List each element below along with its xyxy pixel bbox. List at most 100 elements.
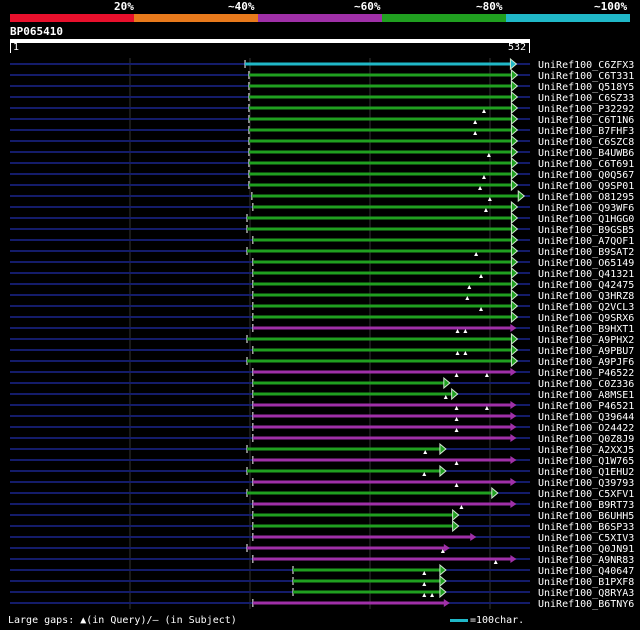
hit-end-arrow	[510, 134, 519, 148]
hit-name-label: UniRef100_Q40647	[538, 566, 634, 577]
hit-end-arrow	[510, 233, 519, 247]
hit-end-arrow	[510, 478, 517, 486]
hit-name-label: UniRef100_O81295	[538, 192, 634, 203]
query-gap-marker	[483, 208, 488, 212]
hit-name-label: UniRef100_B4UWB6	[538, 148, 634, 159]
query-gap-marker	[473, 120, 478, 124]
query-gap-marker	[430, 593, 435, 597]
hit-end-arrow	[491, 486, 499, 500]
hit-name-label: UniRef100_Q39793	[538, 478, 634, 489]
query-gap-marker	[422, 571, 427, 575]
hit-end-arrow	[510, 299, 519, 313]
hit-name-label: UniRef100_C5XFV1	[538, 489, 634, 500]
hit-end-arrow	[443, 544, 450, 552]
hit-end-arrow	[510, 222, 519, 236]
hit-end-arrow	[510, 310, 519, 324]
query-gap-marker	[422, 593, 427, 597]
hit-end-arrow	[510, 156, 519, 170]
hit-name-label: UniRef100_Q93WF6	[538, 203, 634, 214]
hit-name-label: UniRef100_O24422	[538, 423, 634, 434]
hit-name-label: UniRef100_C6ZFX3	[538, 60, 634, 71]
hit-end-arrow	[510, 277, 519, 291]
hit-name-label: UniRef100_A9NR83	[538, 555, 634, 566]
query-gap-marker	[422, 582, 427, 586]
hit-end-arrow	[510, 211, 519, 225]
hit-name-label: UniRef100_A9PHX2	[538, 335, 634, 346]
hit-end-arrow	[510, 90, 519, 104]
hit-end-arrow	[510, 434, 517, 442]
hit-name-label: UniRef100_Q518Y5	[538, 82, 634, 93]
hit-alignment-panel: UniRef100_C6ZFX3UniRef100_C6T331UniRef10…	[10, 57, 634, 610]
query-gap-marker	[423, 450, 428, 454]
hit-end-arrow	[510, 112, 519, 126]
query-gap-marker	[454, 406, 459, 410]
hit-end-arrow	[470, 533, 477, 541]
hit-end-arrow	[439, 574, 447, 588]
query-gap-marker	[459, 505, 464, 509]
hit-name-label: UniRef100_Q1EHU2	[538, 467, 634, 478]
hit-name-label: UniRef100_Q1HGG0	[538, 214, 634, 225]
query-gap-marker	[454, 461, 459, 465]
hit-end-arrow	[510, 456, 517, 464]
hit-end-arrow	[510, 178, 519, 192]
hit-name-label: UniRef100_Q9SRX6	[538, 313, 634, 324]
hit-name-label: UniRef100_P46521	[538, 401, 634, 412]
hit-name-label: UniRef100_B6UHH5	[538, 511, 634, 522]
query-gap-marker	[443, 395, 448, 399]
hit-name-label: UniRef100_Q2VCL3	[538, 302, 634, 313]
hit-name-label: UniRef100_C5XIV3	[538, 533, 634, 544]
large-gaps-legend: Large gaps: ▲(in Query)/— (in Subject)	[8, 615, 237, 626]
hit-end-arrow	[439, 585, 447, 599]
hit-name-label: UniRef100_C0Z336	[538, 379, 634, 390]
hit-name-label: UniRef100_P46522	[538, 368, 634, 379]
hit-name-label: UniRef100_B9GSB5	[538, 225, 634, 236]
hit-name-label: UniRef100_Q1W765	[538, 456, 634, 467]
hit-name-label: UniRef100_B9SAT2	[538, 247, 634, 258]
query-gap-marker	[484, 406, 489, 410]
query-gap-marker	[487, 197, 492, 201]
hit-name-label: UniRef100_Q0Q567	[538, 170, 634, 181]
hit-end-arrow	[439, 464, 447, 478]
hit-name-label: UniRef100_B6TNY6	[538, 599, 634, 610]
hit-name-label: UniRef100_B9HXT1	[538, 324, 634, 335]
query-gap-marker	[465, 296, 470, 300]
hit-end-arrow	[510, 343, 519, 357]
query-gap-marker	[479, 274, 484, 278]
hit-name-label: UniRef100_Q8RYA3	[538, 588, 634, 599]
hit-name-label: UniRef100_C6SZC8	[538, 137, 634, 148]
hit-end-arrow	[517, 189, 526, 203]
query-gap-marker	[484, 373, 489, 377]
hit-end-arrow	[510, 167, 519, 181]
hit-name-label: UniRef100_B6SP33	[538, 522, 634, 533]
hit-end-arrow	[443, 376, 451, 390]
hit-name-label: UniRef100_Q0JN91	[538, 544, 634, 555]
hit-name-label: UniRef100_Q42475	[538, 280, 634, 291]
hit-end-arrow	[510, 288, 519, 302]
hit-end-arrow	[510, 200, 519, 214]
query-gap-marker	[474, 252, 479, 256]
query-gap-marker	[463, 329, 468, 333]
hit-name-label: UniRef100_A7QOF1	[538, 236, 634, 247]
hit-name-label: UniRef100_C6T331	[538, 71, 634, 82]
hit-end-arrow	[452, 519, 460, 533]
hit-end-arrow	[510, 324, 517, 332]
hit-name-label: UniRef100_B1PXF8	[538, 577, 634, 588]
scale-reference-label: =100char.	[470, 615, 525, 626]
hit-end-arrow	[510, 123, 519, 137]
query-gap-marker	[455, 351, 460, 355]
hit-end-arrow	[510, 255, 519, 269]
hit-end-arrow	[510, 68, 519, 82]
query-gap-marker	[467, 285, 472, 289]
query-gap-marker	[479, 307, 484, 311]
query-gap-marker	[454, 373, 459, 377]
query-gap-marker	[455, 329, 460, 333]
hit-name-label: UniRef100_B7FHF3	[538, 126, 634, 137]
hit-end-arrow	[510, 354, 519, 368]
hit-end-arrow	[510, 266, 519, 280]
hit-end-arrow	[452, 508, 460, 522]
hit-name-label: UniRef100_Q0Z8J9	[538, 434, 634, 445]
hit-name-label: UniRef100_O65149	[538, 258, 634, 269]
query-gap-marker	[493, 560, 498, 564]
hit-end-arrow	[451, 387, 459, 401]
hit-end-arrow	[510, 368, 517, 376]
